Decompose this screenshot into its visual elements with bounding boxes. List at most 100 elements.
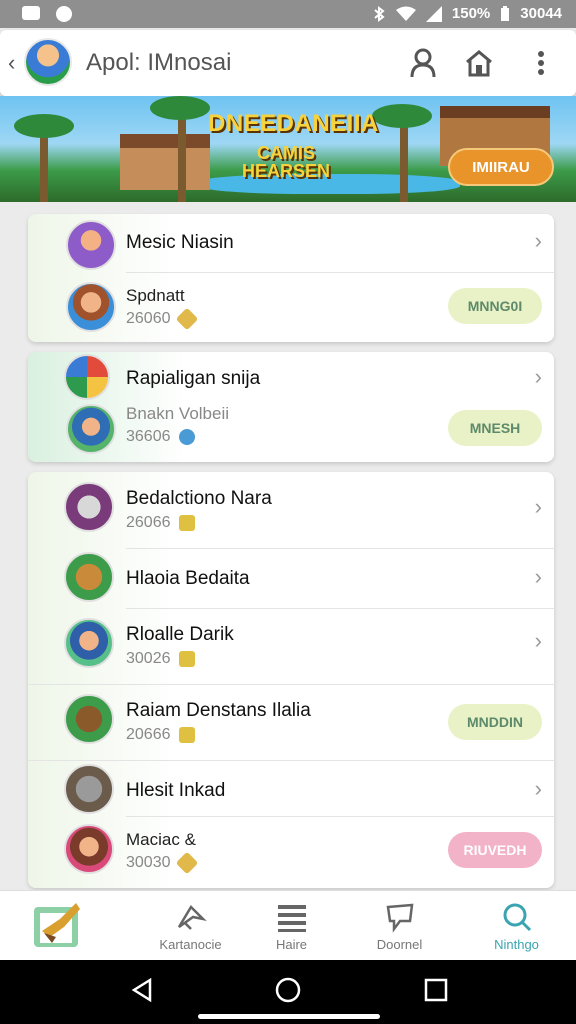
list-item-title: Rloalle Darik: [126, 624, 234, 645]
banner-cta-button[interactable]: IMIIRAU: [448, 148, 554, 186]
recents-icon[interactable]: [422, 976, 450, 1004]
player-count-value: 30030: [126, 854, 171, 871]
avatar: [66, 404, 116, 454]
home-circle-icon[interactable]: [274, 976, 302, 1004]
chevron-right-icon: ›: [534, 494, 542, 519]
nav-label: Ninthgo: [494, 937, 539, 952]
avatar: [64, 694, 114, 744]
bluetooth-icon: [374, 5, 385, 22]
nav-item-doornel[interactable]: Doornel: [342, 891, 457, 961]
list-item-title: Mesic Niasin: [126, 232, 234, 253]
player-count: 26060: [126, 307, 198, 331]
play-button[interactable]: MNDDIN: [448, 704, 542, 740]
banner-subtitle-line: HEARSEN: [242, 161, 331, 181]
list-item-title: Hlesit Inkad: [126, 780, 226, 801]
play-button[interactable]: RIUVEDH: [448, 832, 542, 868]
player-count-value: 20666: [126, 726, 171, 743]
clock: 30044: [520, 5, 562, 22]
list-item-title: Bnakn Volbeii: [126, 404, 230, 423]
nav-item-home[interactable]: [0, 891, 115, 961]
list-card: Bedalctiono Nara 26066 › Hlaoia Bedaita …: [28, 472, 554, 888]
wifi-icon: [395, 6, 416, 21]
house-icon: [466, 50, 492, 77]
sync-icon: [56, 6, 72, 22]
back-icon[interactable]: [128, 976, 156, 1004]
list-item[interactable]: Raiam Denstans Ilalia 20666 MNDDIN: [28, 684, 554, 760]
signal-icon: [425, 5, 442, 22]
banner-house: [120, 134, 210, 190]
notification-icon: [22, 6, 40, 20]
player-count-value: 36606: [126, 428, 171, 445]
list-icon: [277, 905, 306, 932]
list-item[interactable]: Rloalle Darik 30026 ›: [28, 608, 554, 684]
avatar: [64, 354, 110, 400]
avatar: [64, 482, 114, 532]
globe-icon: [178, 429, 195, 445]
nav-label: Kartanocie: [159, 937, 222, 952]
player-count: 26066: [126, 514, 195, 532]
chat-bubble-icon: [386, 903, 413, 933]
promo-banner[interactable]: DNEEDANEIIA CAMIS HEARSEN IMIIRAU: [0, 96, 576, 202]
gesture-handle[interactable]: [198, 1014, 380, 1019]
list-item-title: Rapialigan snija: [126, 368, 261, 389]
play-button[interactable]: MNNG0I: [448, 288, 542, 324]
avatar: [66, 282, 116, 332]
list-item-title: Hlaoia Bedaita: [126, 568, 250, 589]
avatar: [66, 220, 116, 270]
play-button[interactable]: MNESH: [448, 410, 542, 446]
player-count-value: 26060: [126, 310, 171, 327]
list-item-title: Raiam Denstans Ilalia: [126, 700, 311, 721]
battery-percent: 150%: [451, 5, 491, 22]
list-card: Rapialigan snija › Bnakn Volbeii 36606 M…: [28, 352, 554, 462]
nav-label: Doornel: [376, 937, 423, 952]
avatar: [64, 764, 114, 814]
palm-leaf: [150, 96, 210, 120]
game-list: Mesic Niasin › Spdnatt 26060 MNNG0I Rapi…: [0, 202, 576, 888]
list-item-title: Bedalctiono Nara: [126, 488, 272, 509]
avatar: [64, 618, 114, 668]
search-icon: [503, 903, 531, 932]
chevron-right-icon: ›: [534, 564, 542, 589]
send-icon: [177, 904, 207, 930]
person-icon: [410, 48, 436, 78]
palm-tree: [400, 116, 408, 202]
star-icon: [175, 851, 198, 875]
page-title: Apol: IMnosai: [86, 49, 232, 76]
nav-item-haire[interactable]: Haire: [234, 891, 349, 961]
more-vertical-icon: [538, 51, 544, 75]
more-options-button[interactable]: [524, 46, 558, 80]
list-item[interactable]: Spdnatt 26060 MNNG0I: [28, 272, 554, 342]
home-button[interactable]: [462, 46, 496, 80]
chevron-right-icon: ›: [534, 776, 542, 801]
player-count-value: 30026: [126, 650, 171, 667]
system-navigation-bar: [0, 960, 576, 1024]
palm-leaf: [14, 114, 74, 138]
player-count: 36606: [126, 428, 195, 446]
chevron-right-icon: ›: [534, 228, 542, 253]
nav-item-ninthgo[interactable]: Ninthgo: [459, 891, 574, 961]
chevron-right-icon: ›: [534, 364, 542, 389]
status-bar: 150% 30044: [0, 0, 576, 28]
nav-item-kartanocie[interactable]: Kartanocie: [133, 891, 248, 961]
chevron-right-icon: ›: [534, 628, 542, 653]
back-chevron-icon[interactable]: ‹: [8, 50, 15, 76]
game-home-icon: [33, 903, 80, 947]
banner-subtitle: CAMIS HEARSEN: [242, 144, 330, 180]
star-icon: [175, 307, 198, 331]
list-item[interactable]: Bnakn Volbeii 36606 MNESH: [28, 402, 554, 462]
profile-button[interactable]: [406, 46, 440, 80]
player-count-value: 26066: [126, 514, 171, 531]
list-item[interactable]: Hlesit Inkad ›: [28, 760, 554, 816]
player-count: 20666: [126, 726, 195, 744]
list-item[interactable]: Hlaoia Bedaita ›: [28, 548, 554, 608]
avatar[interactable]: [24, 38, 72, 86]
list-item[interactable]: Rapialigan snija ›: [28, 352, 554, 404]
avatar: [64, 552, 114, 602]
list-item[interactable]: Maciac & 30030 RIUVEDH: [28, 816, 554, 888]
list-card: Mesic Niasin › Spdnatt 26060 MNNG0I: [28, 214, 554, 342]
list-item[interactable]: Mesic Niasin ›: [28, 214, 554, 272]
palm-tree: [178, 106, 186, 202]
nav-label: Haire: [275, 937, 308, 952]
player-count: 30030: [126, 851, 198, 875]
list-item[interactable]: Bedalctiono Nara 26066 ›: [28, 472, 554, 548]
